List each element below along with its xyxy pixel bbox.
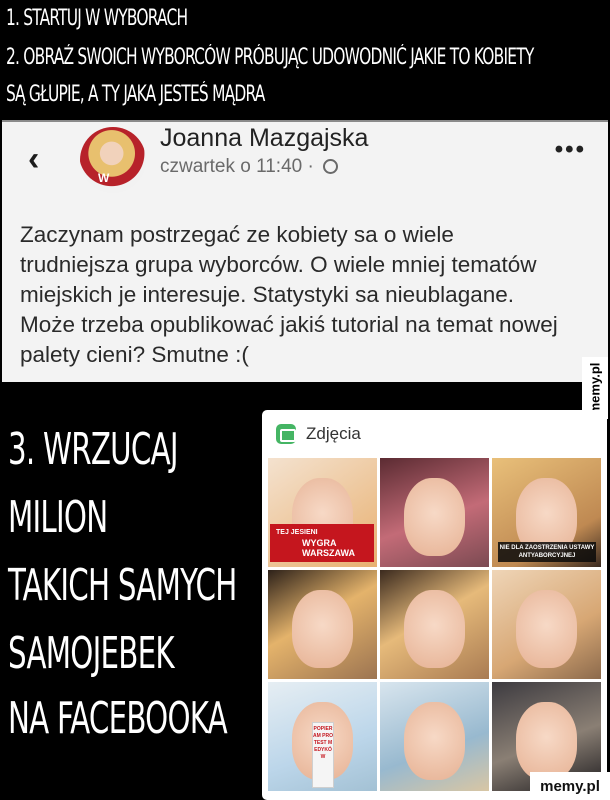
- back-button[interactable]: ‹: [28, 140, 39, 179]
- campaign-badge: TEJ JESIENI WYGRA WARSZAWA: [270, 524, 374, 562]
- selfie-face: [515, 701, 577, 781]
- photo-thumbnail[interactable]: NIE DLA ZAOSTRZENIA USTAWY ANTYABORCYJNE…: [492, 458, 601, 567]
- avatar-logo-mark: W: [98, 171, 110, 185]
- selfie-face: [403, 701, 465, 781]
- photo-thumbnail[interactable]: [380, 682, 489, 791]
- photos-title: Zdjęcia: [306, 424, 361, 443]
- medics-protest-sign: POPIERAM PROTEST MEDYKÓW: [312, 722, 334, 788]
- memy-watermark-side-text: memy.pl: [587, 362, 603, 414]
- caption-step-3-line-2: MILION: [8, 492, 108, 543]
- caption-step-2-line-2: SĄ GŁUPIE, A TY JAKA JESTEŚ MĄDRA: [6, 82, 265, 107]
- photos-icon: [276, 424, 296, 444]
- photo-thumbnail[interactable]: [492, 570, 601, 679]
- caption-step-2-line-1: 2. OBRAŹ SWOICH WYBORCÓW PRÓBUJĄC UDOWOD…: [6, 45, 534, 70]
- campaign-badge-top: TEJ JESIENI: [276, 529, 318, 536]
- photo-thumbnail[interactable]: TEJ JESIENI WYGRA WARSZAWA: [268, 458, 377, 567]
- photo-grid: TEJ JESIENI WYGRA WARSZAWA NIE DLA ZAOST…: [268, 458, 601, 791]
- facebook-post-screenshot: ‹ W Joanna Mazgajska czwartek o 11:40 · …: [2, 120, 608, 382]
- protest-badge: NIE DLA ZAOSTRZENIA USTAWY ANTYABORCYJNE…: [498, 542, 596, 562]
- selfie-face: [515, 589, 577, 669]
- photo-thumbnail[interactable]: [380, 570, 489, 679]
- caption-step-3-line-4: SAMOJEBEK: [8, 628, 175, 679]
- photo-thumbnail[interactable]: POPIERAM PROTEST MEDYKÓW: [268, 682, 377, 791]
- selfie-face: [291, 589, 353, 669]
- memy-watermark-bottom: memy.pl: [530, 772, 610, 800]
- selfie-face: [403, 477, 465, 557]
- globe-icon: [323, 159, 339, 174]
- caption-step-3-line-5: NA FACEBOOKA: [8, 693, 228, 744]
- more-options-button[interactable]: •••: [555, 136, 586, 164]
- post-body-text: Zaczynam postrzegać ze kobiety sa o wiel…: [20, 222, 558, 367]
- photos-header[interactable]: Zdjęcia: [262, 410, 607, 458]
- caption-step-3-line-1: 3. WRZUCAJ: [8, 424, 179, 475]
- post-author-name[interactable]: Joanna Mazgajska: [160, 124, 368, 153]
- photo-thumbnail[interactable]: [380, 458, 489, 567]
- photo-thumbnail[interactable]: [268, 570, 377, 679]
- campaign-badge-main: WYGRA WARSZAWA: [302, 538, 355, 558]
- avatar[interactable]: W: [80, 127, 146, 193]
- selfie-face: [403, 589, 465, 669]
- post-timestamp: czwartek o 11:40 ·: [160, 156, 339, 178]
- caption-step-1: 1. STARTUJ W WYBORACH: [6, 6, 188, 31]
- post-timestamp-text: czwartek o 11:40 ·: [160, 156, 314, 177]
- caption-step-3-line-3: TAKICH SAMYCH: [8, 560, 237, 611]
- photos-panel: Zdjęcia TEJ JESIENI WYGRA WARSZAWA NIE D…: [262, 410, 607, 800]
